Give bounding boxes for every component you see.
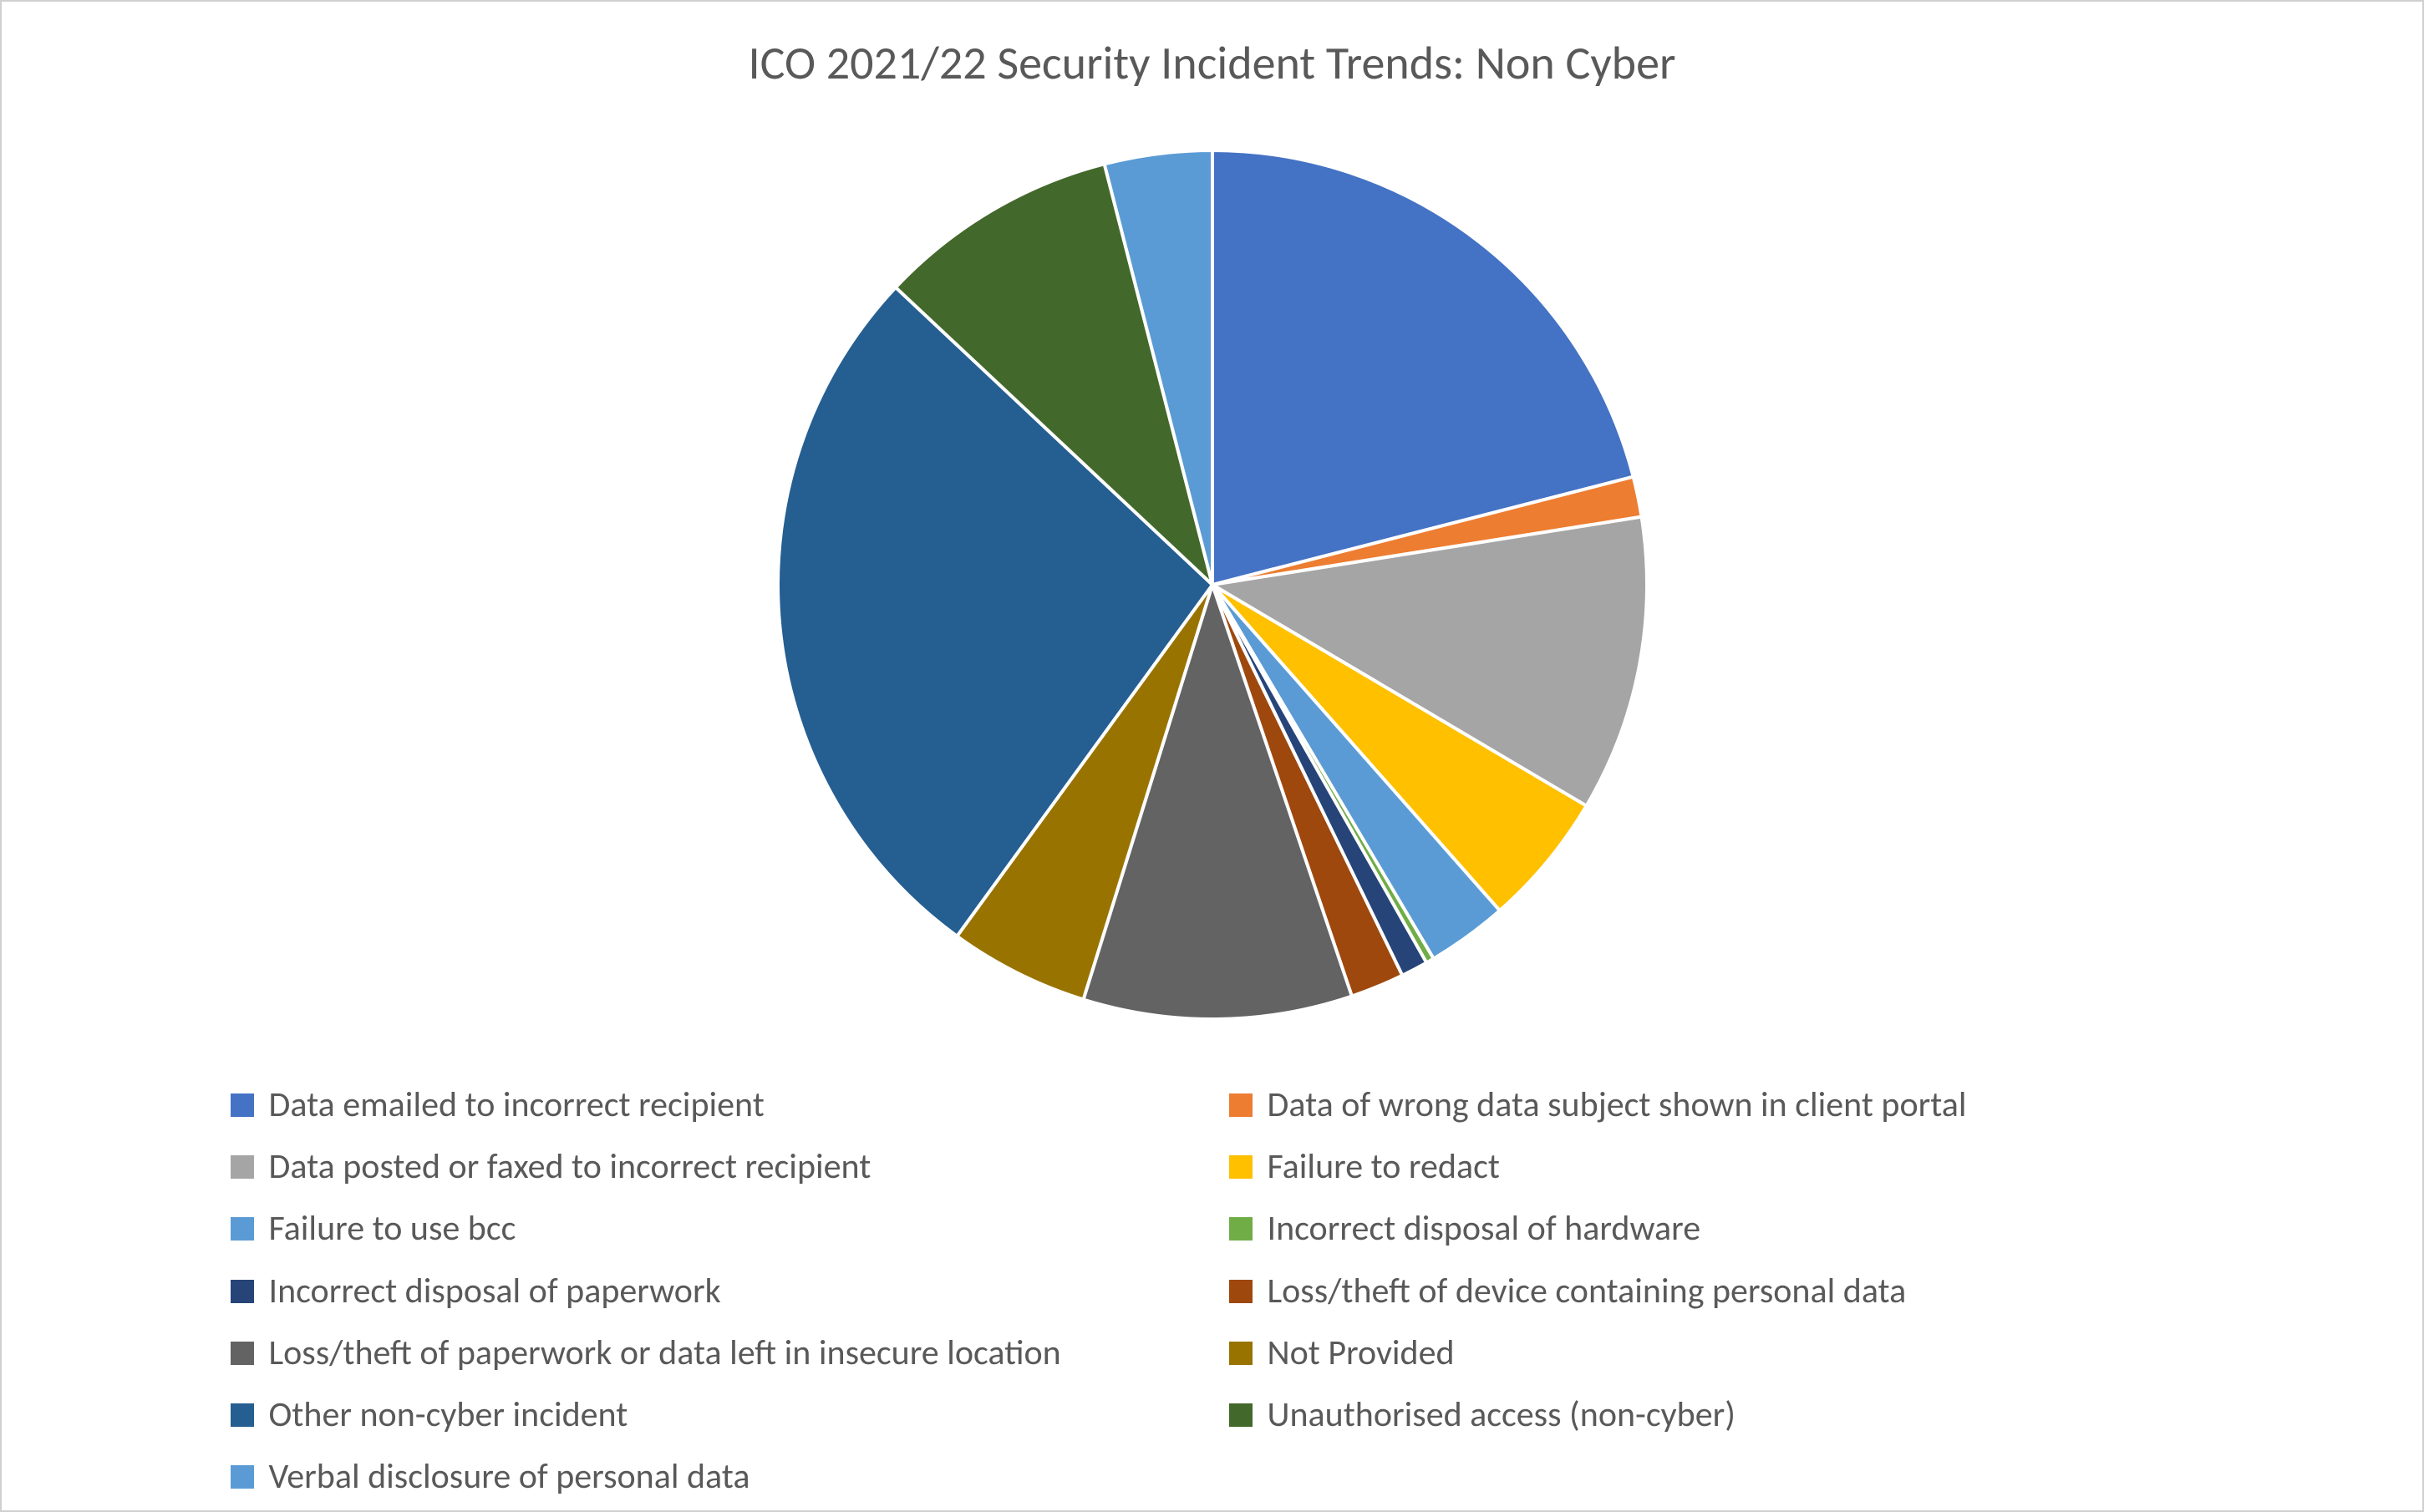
legend-swatch bbox=[1229, 1217, 1253, 1241]
legend-swatch bbox=[231, 1342, 254, 1365]
legend-item: Loss/theft of device containing personal… bbox=[1229, 1272, 2194, 1311]
legend-swatch bbox=[231, 1280, 254, 1303]
legend-item: Verbal disclosure of personal data bbox=[231, 1458, 1196, 1496]
legend-item: Data posted or faxed to incorrect recipi… bbox=[231, 1148, 1196, 1186]
legend-label: Not Provided bbox=[1268, 1334, 1455, 1372]
legend-swatch bbox=[231, 1403, 254, 1427]
legend-item: Not Provided bbox=[1229, 1334, 2194, 1372]
legend-swatch bbox=[231, 1155, 254, 1179]
pie-container bbox=[52, 117, 2372, 1053]
chart-title: ICO 2021/22 Security Incident Trends: No… bbox=[52, 35, 2372, 92]
legend-label: Loss/theft of device containing personal… bbox=[1268, 1272, 1907, 1311]
legend-swatch bbox=[231, 1217, 254, 1241]
legend-item: Incorrect disposal of hardware bbox=[1229, 1210, 2194, 1248]
legend: Data emailed to incorrect recipient Data … bbox=[231, 1086, 2194, 1496]
legend-swatch bbox=[1229, 1093, 1253, 1117]
legend-label: Verbal disclosure of personal data bbox=[269, 1458, 750, 1496]
legend-label: Data posted or faxed to incorrect recipi… bbox=[269, 1148, 872, 1186]
legend-label: Unauthorised access (non-cyber) bbox=[1268, 1396, 1736, 1434]
legend-label: Incorrect disposal of hardware bbox=[1268, 1210, 1701, 1248]
legend-item: Loss/theft of paperwork or data left in … bbox=[231, 1334, 1196, 1372]
legend-item: Data emailed to incorrect recipient bbox=[231, 1086, 1196, 1124]
legend-swatch bbox=[231, 1093, 254, 1117]
pie-chart bbox=[761, 134, 1664, 1036]
legend-item: Unauthorised access (non-cyber) bbox=[1229, 1396, 2194, 1434]
legend-item: Data of wrong data subject shown in clie… bbox=[1229, 1086, 2194, 1124]
legend-label: Failure to use bcc bbox=[269, 1210, 516, 1248]
legend-label: Data of wrong data subject shown in clie… bbox=[1268, 1086, 1967, 1124]
legend-swatch bbox=[231, 1465, 254, 1489]
legend-item: Failure to use bcc bbox=[231, 1210, 1196, 1248]
legend-label: Loss/theft of paperwork or data left in … bbox=[269, 1334, 1061, 1372]
legend-label: Data emailed to incorrect recipient bbox=[269, 1086, 765, 1124]
legend-swatch bbox=[1229, 1280, 1253, 1303]
legend-label: Other non-cyber incident bbox=[269, 1396, 628, 1434]
legend-swatch bbox=[1229, 1403, 1253, 1427]
legend-swatch bbox=[1229, 1155, 1253, 1179]
chart-frame: ICO 2021/22 Security Incident Trends: No… bbox=[0, 0, 2424, 1512]
legend-label: Incorrect disposal of paperwork bbox=[269, 1272, 721, 1311]
legend-swatch bbox=[1229, 1342, 1253, 1365]
legend-item: Incorrect disposal of paperwork bbox=[231, 1272, 1196, 1311]
legend-item: Failure to redact bbox=[1229, 1148, 2194, 1186]
legend-item: Other non-cyber incident bbox=[231, 1396, 1196, 1434]
legend-label: Failure to redact bbox=[1268, 1148, 1500, 1186]
